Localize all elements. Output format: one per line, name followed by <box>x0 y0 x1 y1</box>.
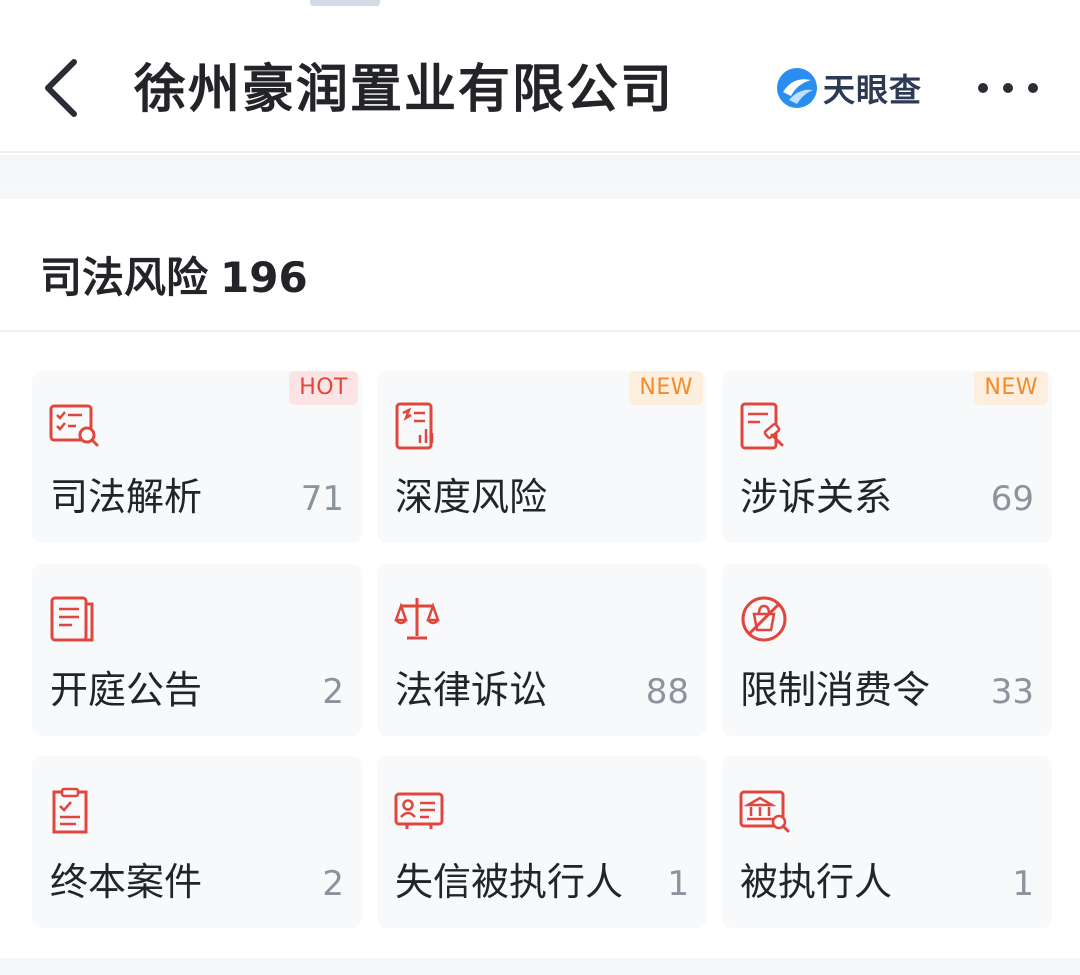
tile-dishonest-debtor[interactable]: 失信被执行人 1 <box>377 756 707 928</box>
chevron-left-icon <box>45 59 77 117</box>
section-total-count: 196 <box>220 253 308 302</box>
more-dot-icon <box>978 83 988 93</box>
judicial-risk-card: 司法风险 196 HOT 司法解析 71 NEW 深度风险 NEW 涉诉关系 6… <box>0 199 1080 975</box>
deep-risk-icon <box>395 402 434 450</box>
court-notice-icon <box>50 596 94 642</box>
tile-count: 33 <box>990 672 1034 712</box>
section-title: 司法风险 196 <box>40 244 308 305</box>
tile-legal-analysis[interactable]: HOT 司法解析 71 <box>32 371 362 543</box>
new-badge: NEW <box>974 371 1048 405</box>
tile-count: 88 <box>645 672 689 712</box>
closed-case-icon <box>52 787 88 834</box>
tile-count: 71 <box>300 479 344 519</box>
scales-icon <box>394 598 440 640</box>
tile-debtor[interactable]: 被执行人 1 <box>722 756 1052 928</box>
tile-label: 司法解析 <box>50 475 203 519</box>
tile-lawsuits[interactable]: 法律诉讼 88 <box>377 564 707 736</box>
company-name-title: 徐州豪润置业有限公司 <box>134 60 675 120</box>
more-dot-icon <box>1028 83 1038 93</box>
tile-label: 涉诉关系 <box>740 475 893 519</box>
tile-count: 69 <box>990 479 1034 519</box>
brand-name: 天眼查 <box>823 71 923 109</box>
litigation-relation-icon <box>740 402 784 450</box>
hot-badge: HOT <box>289 371 358 405</box>
tile-label: 终本案件 <box>50 860 203 904</box>
tile-court-notice[interactable]: 开庭公告 2 <box>32 564 362 736</box>
tile-count: 1 <box>1012 864 1034 904</box>
more-options-button[interactable] <box>976 68 1040 108</box>
tile-label: 失信被执行人 <box>395 860 624 904</box>
back-button[interactable] <box>30 52 90 124</box>
tile-label: 开庭公告 <box>50 668 203 712</box>
status-bar-fragment <box>310 0 380 6</box>
tile-label: 法律诉讼 <box>395 668 548 712</box>
tile-count: 1 <box>667 864 689 904</box>
tile-litigation-relation[interactable]: NEW 涉诉关系 69 <box>722 371 1052 543</box>
legal-analysis-icon <box>49 404 99 447</box>
dishonest-debtor-icon <box>394 792 444 829</box>
section-title-text: 司法风险 <box>40 253 209 302</box>
tile-label: 深度风险 <box>395 475 548 519</box>
bottom-divider <box>0 958 1080 975</box>
tianyancha-logo-icon <box>777 68 817 108</box>
tile-label: 限制消费令 <box>740 668 931 712</box>
more-dot-icon <box>1003 83 1013 93</box>
tile-count: 2 <box>322 672 344 712</box>
no-spending-icon <box>741 596 787 642</box>
tile-count: 2 <box>322 864 344 904</box>
tile-spending-restriction[interactable]: 限制消费令 33 <box>722 564 1052 736</box>
brand-logo[interactable]: 天眼查 <box>775 66 922 110</box>
debtor-icon <box>739 790 790 833</box>
tile-closed-cases[interactable]: 终本案件 2 <box>32 756 362 928</box>
tile-label: 被执行人 <box>740 860 893 904</box>
new-badge: NEW <box>629 371 703 405</box>
tile-deep-risk[interactable]: NEW 深度风险 <box>377 371 707 543</box>
section-header[interactable]: 司法风险 196 <box>0 199 1080 332</box>
section-divider <box>0 155 1080 199</box>
top-nav-bar: 徐州豪润置业有限公司 天眼查 <box>0 0 1080 153</box>
